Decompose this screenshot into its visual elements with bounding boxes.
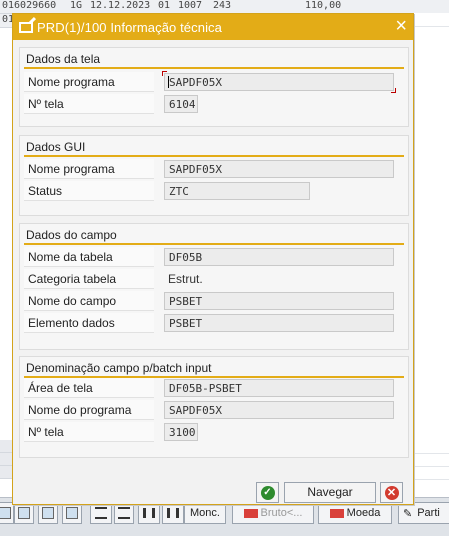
export-icon[interactable] — [62, 502, 82, 524]
layout-icon[interactable] — [162, 502, 184, 524]
group-title: Dados do campo — [26, 228, 117, 242]
field-row: Nome da tabela DF05B — [24, 247, 404, 267]
table-category-value: Estrut. — [168, 272, 203, 286]
field-row: Nome programa SAPDF05X — [24, 71, 404, 93]
gui-program-value: SAPDF05X — [169, 163, 222, 176]
screen-number-value: 6104 — [169, 98, 196, 111]
screen-area-field[interactable]: DF05B-PSBET — [164, 379, 394, 397]
bg-cell: 01 — [158, 0, 171, 11]
screen-number-field[interactable]: 6104 — [164, 95, 198, 113]
gui-status-field[interactable]: ZTC — [164, 182, 310, 200]
field-row: Nome programa SAPDF05X — [24, 159, 404, 179]
gross-icon — [243, 508, 258, 518]
table-name-field[interactable]: DF05B — [164, 248, 394, 266]
columns-icon[interactable] — [138, 502, 160, 524]
bg-cell: 1007 — [178, 0, 203, 11]
sort-asc-icon[interactable] — [14, 502, 34, 524]
group-title: Denominação campo p/batch input — [26, 361, 212, 375]
group-screen-data: Dados da tela Nome programa SAPDF05X Nº … — [19, 47, 409, 127]
check-icon: ✓ — [260, 485, 275, 500]
field-label: Nº tela — [24, 94, 154, 114]
batch-program-value: SAPDF05X — [169, 404, 222, 417]
currency-toggle-label: Moeda — [346, 507, 381, 519]
group-gui-data: Dados GUI Nome programa SAPDF05X Status … — [19, 135, 409, 216]
table-name-value: DF05B — [169, 251, 203, 264]
dialog-title: PRD(1)/100 Informação técnica — [37, 19, 222, 35]
data-element-field[interactable]: PSBET — [164, 314, 394, 332]
field-row: Status ZTC — [24, 181, 404, 201]
sort-desc-icon[interactable] — [38, 502, 58, 524]
pencil-icon: ✎ — [403, 507, 413, 520]
dialog-titlebar[interactable]: PRD(1)/100 Informação técnica × — [13, 14, 413, 40]
field-label: Categoria tabela — [24, 269, 154, 289]
batch-screen-number-value: 3100 — [169, 426, 196, 439]
group-title: Dados da tela — [26, 52, 101, 66]
gui-status-value: ZTC — [169, 185, 189, 198]
field-label: Elemento dados — [24, 313, 154, 333]
field-label: Nome da tabela — [24, 247, 154, 267]
ok-button[interactable]: ✓ — [256, 482, 279, 503]
currency-toggle-icon — [329, 508, 344, 518]
field-label: Status — [24, 181, 154, 201]
edit-icon — [19, 21, 33, 33]
background-table-row: 016029660 1G 12.12.2023 01 1007 243 110,… — [0, 0, 449, 14]
gross-button-label: Bruto<... — [260, 507, 303, 519]
bg-cell: 12.12.2023 — [90, 0, 151, 11]
field-label: Área de tela — [24, 378, 154, 398]
program-name-value: SAPDF05X — [169, 76, 222, 89]
data-element-value: PSBET — [169, 317, 203, 330]
filter-icon[interactable] — [0, 502, 14, 524]
field-label: Nome programa — [24, 72, 154, 92]
navigate-button[interactable]: Navegar — [284, 482, 376, 503]
field-row: Categoria tabela Estrut. — [24, 269, 404, 289]
subtotal-icon[interactable] — [114, 502, 134, 524]
field-row: Área de tela DF05B-PSBET — [24, 378, 404, 398]
cancel-button[interactable]: ✕ — [380, 482, 403, 503]
batch-screen-number-field[interactable]: 3100 — [164, 423, 198, 441]
total-icon[interactable] — [90, 502, 112, 524]
field-label: Nome do programa — [24, 400, 154, 420]
field-label: Nº tela — [24, 422, 154, 442]
partial-button[interactable]: ✎ Parti — [398, 502, 449, 524]
partial-button-label: Parti — [417, 507, 440, 519]
group-field-data: Dados do campo Nome da tabela DF05B Cate… — [19, 223, 409, 350]
group-batch-input: Denominação campo p/batch input Área de … — [19, 356, 409, 458]
bg-cell: 016029660 — [2, 0, 57, 11]
group-title: Dados GUI — [26, 140, 86, 154]
screen-area-value: DF05B-PSBET — [169, 382, 242, 395]
batch-program-field[interactable]: SAPDF05X — [164, 401, 394, 419]
field-name-field[interactable]: PSBET — [164, 292, 394, 310]
gross-button[interactable]: Bruto<... — [232, 502, 314, 524]
field-row: Nome do campo PSBET — [24, 291, 404, 311]
close-icon[interactable]: × — [395, 16, 407, 36]
field-row: Nº tela 6104 — [24, 94, 404, 114]
currency-button[interactable]: Monc. — [184, 502, 226, 524]
background-table-area — [414, 13, 449, 497]
field-label: Nome programa — [24, 159, 154, 179]
bg-cell: 243 — [213, 0, 232, 11]
field-label: Nome do campo — [24, 291, 154, 311]
currency-toggle-button[interactable]: Moeda — [318, 502, 392, 524]
field-row: Nome do programa SAPDF05X — [24, 400, 404, 420]
gui-program-field[interactable]: SAPDF05X — [164, 160, 394, 178]
program-name-field[interactable]: SAPDF05X — [162, 71, 396, 93]
technical-info-dialog: PRD(1)/100 Informação técnica × Dados da… — [12, 13, 414, 505]
dialog-footer: ✓ Navegar ✕ — [13, 478, 413, 503]
bg-cell: 1G — [70, 0, 83, 11]
bg-cell: 110,00 — [305, 0, 342, 11]
field-name-value: PSBET — [169, 295, 203, 308]
cancel-icon: ✕ — [384, 485, 399, 500]
field-row: Nº tela 3100 — [24, 422, 404, 442]
currency-button-label: Monc. — [190, 507, 220, 519]
field-row: Elemento dados PSBET — [24, 313, 404, 333]
